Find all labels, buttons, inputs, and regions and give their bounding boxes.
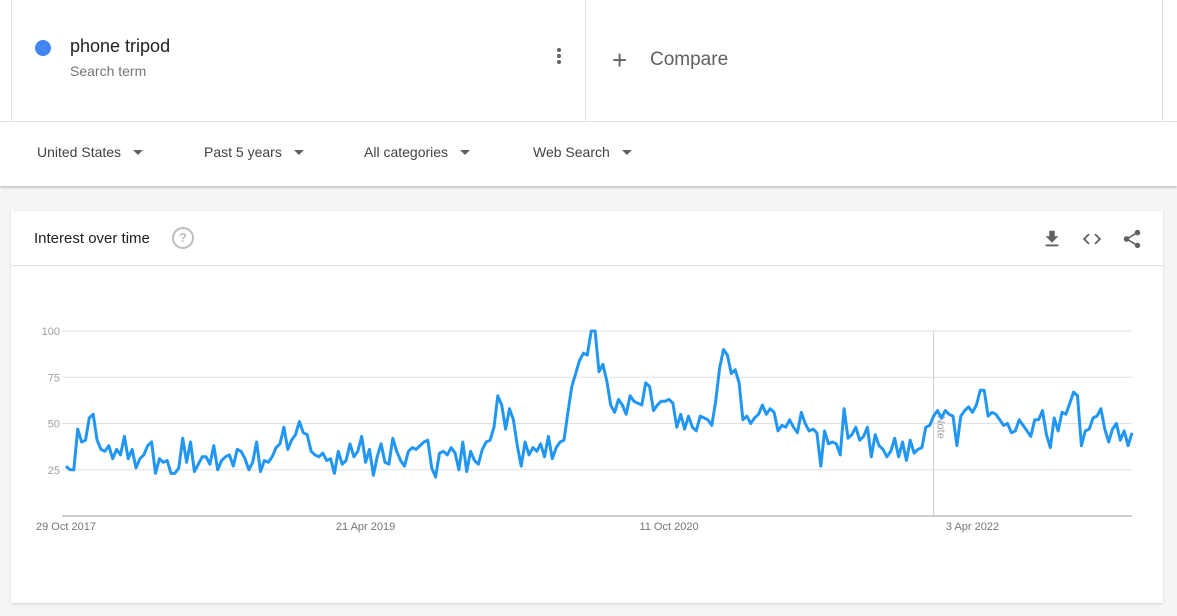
y-tick-label: 25 [48,465,60,477]
compare-label: Compare [650,49,729,70]
caret-down-icon [133,149,144,155]
category-value: All categories [364,144,449,160]
search-term-card[interactable]: phone tripod Search term [11,0,586,121]
header-bar: phone tripod Search term + Compare Unite… [0,0,1177,186]
caret-down-icon [621,149,632,155]
search-term-type: Search term [70,63,147,79]
y-tick-label: 100 [42,326,60,338]
more-options-icon[interactable] [552,48,566,68]
compare-button[interactable]: + Compare [612,44,728,76]
series-line-phone-tripod [64,329,1134,479]
interest-chart: 100755025 Note 29 Oct 2017 21 Apr 2019 11 … [36,326,1134,533]
search-type-value: Web Search [533,144,610,160]
x-tick-label: 3 Apr 2022 [946,521,999,533]
filters-row: United States Past 5 years All categorie… [0,121,1177,186]
search-type-select[interactable]: Web Search [533,144,632,160]
x-tick-label: 29 Oct 2017 [36,521,96,533]
time-range-select[interactable]: Past 5 years [204,144,304,160]
interest-over-time-card: Interest over time ? 100 75 50 25 Note 29 O… [11,211,1163,603]
region-value: United States [37,144,122,160]
x-tick-label: 11 Oct 2020 [639,521,698,533]
y-tick-label: 75 [48,372,60,384]
y-tick-label: 50 [48,419,60,431]
plus-icon: + [612,45,628,75]
search-term-name[interactable]: phone tripod [70,36,170,57]
caret-down-icon [460,149,471,155]
compare-card: + Compare [586,0,1163,121]
time-range-value: Past 5 years [204,144,282,160]
category-select[interactable]: All categories [364,144,471,160]
x-tick-label: 21 Apr 2019 [336,521,395,533]
caret-down-icon [293,149,304,155]
region-select[interactable]: United States [37,144,144,160]
term-color-dot [35,40,51,56]
